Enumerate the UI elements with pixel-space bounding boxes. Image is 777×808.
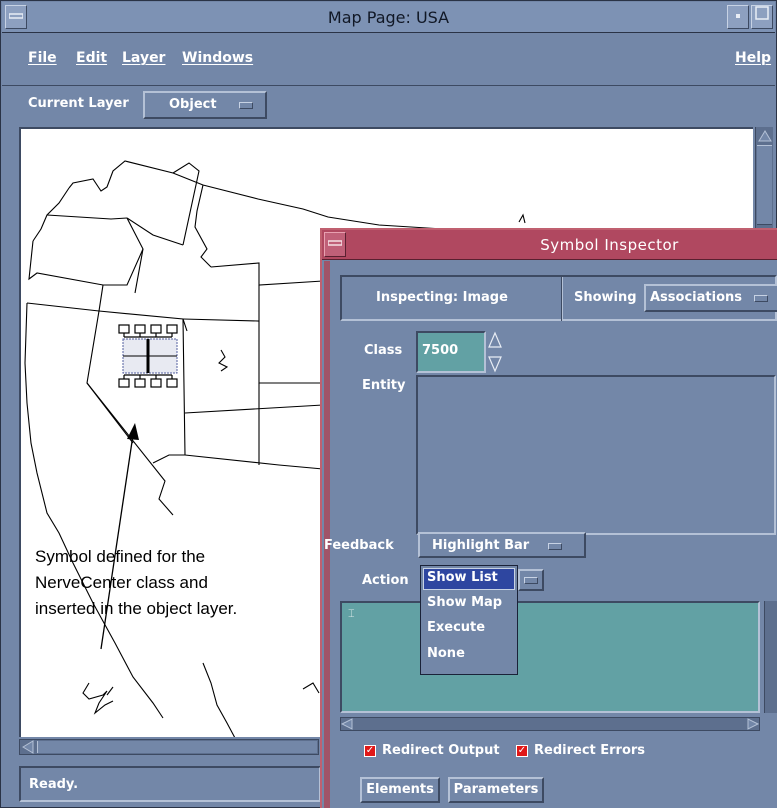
scroll-up-icon[interactable] xyxy=(757,129,773,143)
option-menu-icon xyxy=(239,102,253,109)
scroll-left-icon[interactable] xyxy=(21,740,35,754)
feedback-dropdown[interactable]: Highlight Bar xyxy=(418,532,586,558)
action-dropdown-button[interactable] xyxy=(518,569,544,591)
redirect-errors-label: Redirect Errors xyxy=(534,743,646,758)
menu-file[interactable]: File xyxy=(28,50,57,66)
horizontal-scroll-thumb[interactable] xyxy=(37,741,317,753)
text-cursor-icon: ⌶ xyxy=(348,607,355,620)
symbol-inspector-dialog: Symbol Inspector Inspecting: Image Showi… xyxy=(320,228,777,808)
map-horizontal-scrollbar[interactable] xyxy=(19,739,319,755)
action-option-none[interactable]: None xyxy=(427,646,465,661)
class-spinner-icon[interactable] xyxy=(488,331,502,373)
inspector-body: Inspecting: Image Showing Associations C… xyxy=(324,261,777,808)
entity-label: Entity xyxy=(362,378,406,393)
menu-layer[interactable]: Layer xyxy=(122,50,165,66)
maximize-glyph xyxy=(755,6,769,20)
action-label: Action xyxy=(362,573,409,588)
menu-help[interactable]: Help xyxy=(735,50,771,66)
showing-label: Showing xyxy=(574,290,637,305)
redirect-output-label: Redirect Output xyxy=(382,743,500,758)
menu-bar: File Edit Layer Windows Help xyxy=(2,34,775,86)
minimize-icon[interactable] xyxy=(727,5,749,29)
symbol-annotation: Symbol defined for the NerveCenter class… xyxy=(35,544,315,622)
parameters-button[interactable]: Parameters xyxy=(448,777,544,803)
menu-edit[interactable]: Edit xyxy=(76,50,107,66)
redirect-output-checkbox[interactable]: ✓ xyxy=(364,745,376,757)
nervecenter-symbol-icon[interactable] xyxy=(117,323,185,415)
action-text-vertical-scrollbar[interactable] xyxy=(764,601,777,713)
option-menu-icon xyxy=(548,543,562,550)
window-title: Map Page: USA xyxy=(327,8,450,27)
current-layer-row: Current Layer Object xyxy=(2,87,775,125)
scroll-right-icon[interactable] xyxy=(747,718,759,730)
inspector-title: Symbol Inspector xyxy=(540,236,679,254)
option-menu-icon xyxy=(754,295,768,302)
current-layer-dropdown[interactable]: Object xyxy=(143,91,267,119)
scroll-left-icon[interactable] xyxy=(341,718,353,730)
elements-button[interactable]: Elements xyxy=(360,777,440,803)
class-field[interactable]: 7500 xyxy=(416,331,486,373)
current-layer-value: Object xyxy=(169,97,217,112)
current-layer-label: Current Layer xyxy=(28,96,129,111)
annotation-line-2: NerveCenter class and xyxy=(35,573,208,592)
feedback-label: Feedback xyxy=(324,538,394,553)
action-text-area[interactable]: ⌶ xyxy=(340,601,760,713)
redirect-errors-checkbox[interactable]: ✓ xyxy=(516,745,528,757)
inspector-header: Inspecting: Image Showing Associations xyxy=(340,275,777,321)
vertical-scroll-thumb[interactable] xyxy=(757,145,772,225)
status-bar: Ready. xyxy=(19,766,321,802)
class-label: Class xyxy=(364,343,403,358)
status-text: Ready. xyxy=(29,777,79,792)
entity-list[interactable] xyxy=(416,375,776,535)
showing-dropdown[interactable]: Associations xyxy=(644,284,777,312)
minimize-glyph xyxy=(736,14,740,18)
title-bar[interactable]: Map Page: USA xyxy=(2,2,775,33)
action-option-show-map[interactable]: Show Map xyxy=(427,595,502,610)
menu-windows[interactable]: Windows xyxy=(182,50,253,66)
action-popup-menu: Show List Show Map Execute None xyxy=(420,565,518,675)
maximize-icon[interactable] xyxy=(751,5,773,29)
inspecting-label: Inspecting: Image xyxy=(376,290,508,305)
showing-value: Associations xyxy=(650,290,742,305)
annotation-line-1: Symbol defined for the xyxy=(35,547,206,566)
inspector-title-bar[interactable]: Symbol Inspector xyxy=(322,230,777,260)
action-text-horizontal-scrollbar[interactable] xyxy=(340,717,760,731)
option-menu-icon xyxy=(524,577,538,584)
header-divider xyxy=(561,277,563,321)
class-value: 7500 xyxy=(422,343,459,358)
annotation-line-3: inserted in the object layer. xyxy=(35,599,238,618)
action-option-execute[interactable]: Execute xyxy=(427,620,485,635)
action-option-show-list[interactable]: Show List xyxy=(427,570,498,585)
feedback-value: Highlight Bar xyxy=(432,538,530,553)
